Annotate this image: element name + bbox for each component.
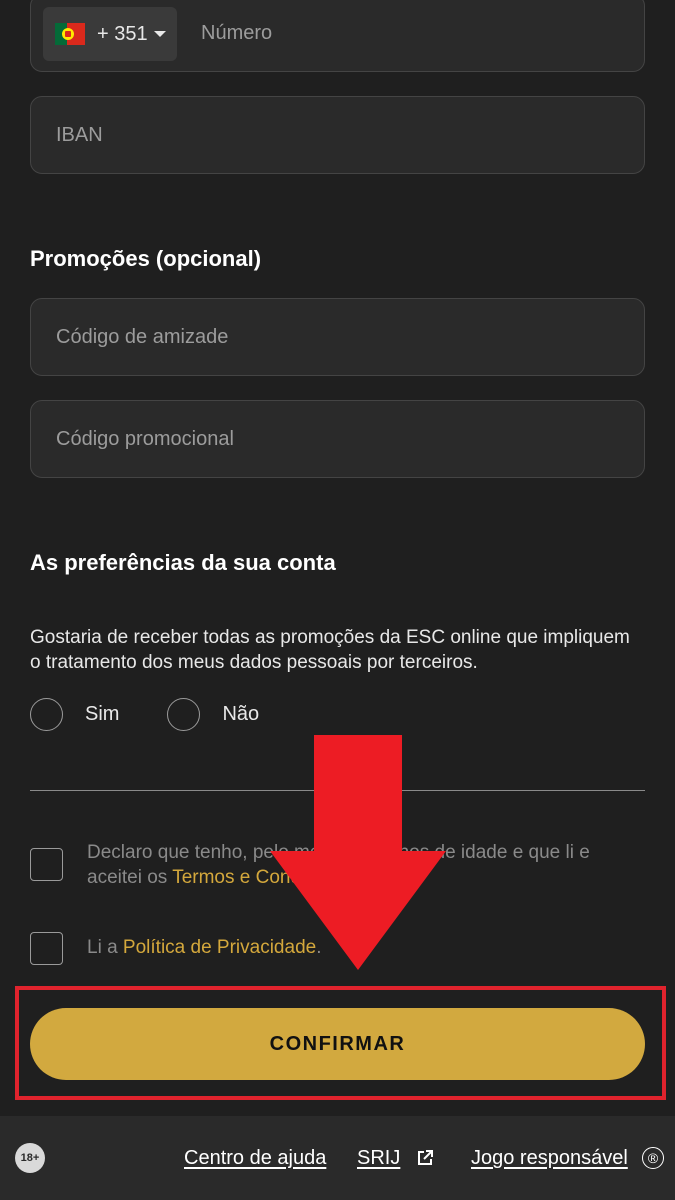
external-link-icon: [418, 1150, 433, 1165]
radio-yes-label: Sim: [85, 703, 120, 725]
confirm-button[interactable]: CONFIRMAR: [30, 1008, 645, 1080]
registered-icon: ®: [642, 1147, 664, 1169]
privacy-prefix: Li a: [87, 937, 123, 958]
dial-code: + 351: [97, 22, 148, 45]
help-center-link[interactable]: Centro de ajuda: [184, 1147, 326, 1170]
chevron-down-icon: [153, 31, 166, 37]
marketing-consent-question: Gostaria de receber todas as promoções d…: [30, 627, 630, 673]
radio-no-label: Não: [222, 703, 260, 725]
friend-code-field: [30, 298, 645, 376]
age-18-badge: 18+: [15, 1143, 45, 1173]
privacy-text: Li a Política de Privacidade.: [87, 935, 647, 960]
marketing-consent-options: Sim Não: [30, 698, 307, 731]
preferences-title: As preferências da sua conta: [30, 550, 336, 575]
promo-code-field: [30, 400, 645, 478]
country-code-select[interactable]: + 351: [43, 7, 177, 61]
responsible-gaming-link[interactable]: Jogo responsável: [471, 1147, 628, 1170]
radio-yes[interactable]: [30, 698, 63, 731]
privacy-policy-link[interactable]: Política de Privacidade: [123, 937, 316, 958]
age-terms-suffix: .: [345, 867, 351, 888]
age-terms-checkbox[interactable]: [30, 848, 63, 881]
iban-field: [30, 96, 645, 174]
promotions-title: Promoções (opcional): [30, 246, 262, 271]
phone-number-input[interactable]: [189, 0, 644, 71]
radio-no[interactable]: [167, 698, 201, 731]
phone-field: + 351: [30, 0, 645, 72]
friend-code-input[interactable]: [31, 299, 644, 375]
srij-link[interactable]: SRIJ: [357, 1147, 400, 1170]
promo-code-input[interactable]: [31, 401, 644, 477]
age-terms-text: Declaro que tenho, pelo menos, 18 anos d…: [87, 840, 647, 890]
privacy-suffix: .: [316, 937, 322, 958]
terms-link[interactable]: Termos e Condições: [172, 867, 345, 888]
portugal-flag-icon: [55, 23, 85, 45]
privacy-checkbox[interactable]: [30, 932, 63, 965]
divider: [30, 790, 645, 791]
iban-input[interactable]: [31, 97, 644, 173]
footer: 18+ Centro de ajuda SRIJ Jogo responsáve…: [0, 1116, 675, 1200]
